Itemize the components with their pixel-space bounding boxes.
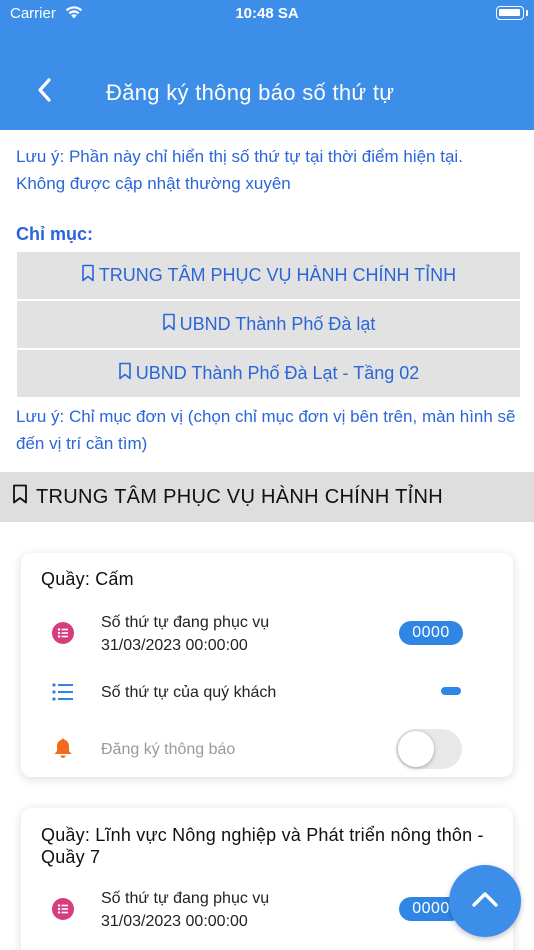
- battery-icon: [496, 6, 524, 20]
- list-icon: [51, 680, 75, 704]
- notify-label: Đăng ký thông báo: [101, 741, 236, 758]
- update-note: Lưu ý: Phần này chỉ hiển thị số thứ tự t…: [16, 147, 463, 193]
- index-item-label: TRUNG TÂM PHỤC VỤ HÀNH CHÍNH TỈNH: [98, 265, 457, 285]
- bookmark-icon: [162, 313, 176, 336]
- index-item-ubnd-tang-02[interactable]: UBND Thành Phố Đà Lạt - Tầng 02: [17, 350, 520, 397]
- list-circle-icon: [51, 897, 75, 921]
- counter-title: Quầy: Lĩnh vực Nông nghiệp và Phát triển…: [41, 825, 484, 867]
- scroll-top-button[interactable]: [449, 865, 521, 937]
- notify-toggle[interactable]: [396, 729, 462, 769]
- index-note: Lưu ý: Chỉ mục đơn vị (chọn chỉ mục đơn …: [16, 407, 516, 453]
- counter-title: Quầy: Cấm: [41, 569, 134, 589]
- customer-number-label: Số thứ tự của quý khách: [101, 684, 277, 701]
- bell-icon: [51, 736, 75, 760]
- clock: 10:48 SA: [235, 5, 299, 22]
- toggle-knob: [398, 731, 434, 767]
- serving-label: Số thứ tự đang phục vụ: [101, 890, 270, 907]
- serving-time: 31/03/2023 00:00:00: [101, 913, 248, 930]
- page-title: Đăng ký thông báo số thứ tự: [106, 80, 395, 105]
- list-circle-icon: [51, 621, 75, 645]
- index-item-ubnd-da-lat[interactable]: UBND Thành Phố Đà lạt: [17, 301, 520, 348]
- chevron-up-icon: [470, 889, 500, 914]
- status-bar: Carrier 10:48 SA: [0, 0, 534, 30]
- index-item-label: UBND Thành Phố Đà lạt: [179, 314, 376, 334]
- index-item-label: UBND Thành Phố Đà Lạt - Tầng 02: [135, 363, 420, 383]
- serving-time: 31/03/2023 00:00:00: [101, 637, 248, 654]
- serving-number-badge: 0000: [399, 621, 463, 645]
- counter-card: Quầy: Lĩnh vực Nông nghiệp và Phát triển…: [21, 808, 513, 950]
- bookmark-icon: [118, 362, 132, 385]
- chevron-left-icon[interactable]: [34, 76, 56, 104]
- section-header: TRUNG TÂM PHỤC VỤ HÀNH CHÍNH TỈNH: [0, 472, 534, 522]
- counter-card: Quầy: Cấm Số thứ tự đang phục vụ 31/03/2…: [21, 553, 513, 777]
- section-title: TRUNG TÂM PHỤC VỤ HÀNH CHÍNH TỈNH: [36, 485, 443, 508]
- index-label: Chỉ mục:: [16, 224, 94, 244]
- serving-label: Số thứ tự đang phục vụ: [101, 614, 270, 631]
- index-item-trung-tam[interactable]: TRUNG TÂM PHỤC VỤ HÀNH CHÍNH TỈNH: [17, 252, 520, 299]
- bookmark-icon: [12, 484, 28, 510]
- header-bar: Đăng ký thông báo số thứ tự: [0, 30, 534, 130]
- battery-tip: [526, 10, 528, 16]
- bookmark-icon: [81, 264, 95, 287]
- customer-number-badge: [441, 687, 461, 695]
